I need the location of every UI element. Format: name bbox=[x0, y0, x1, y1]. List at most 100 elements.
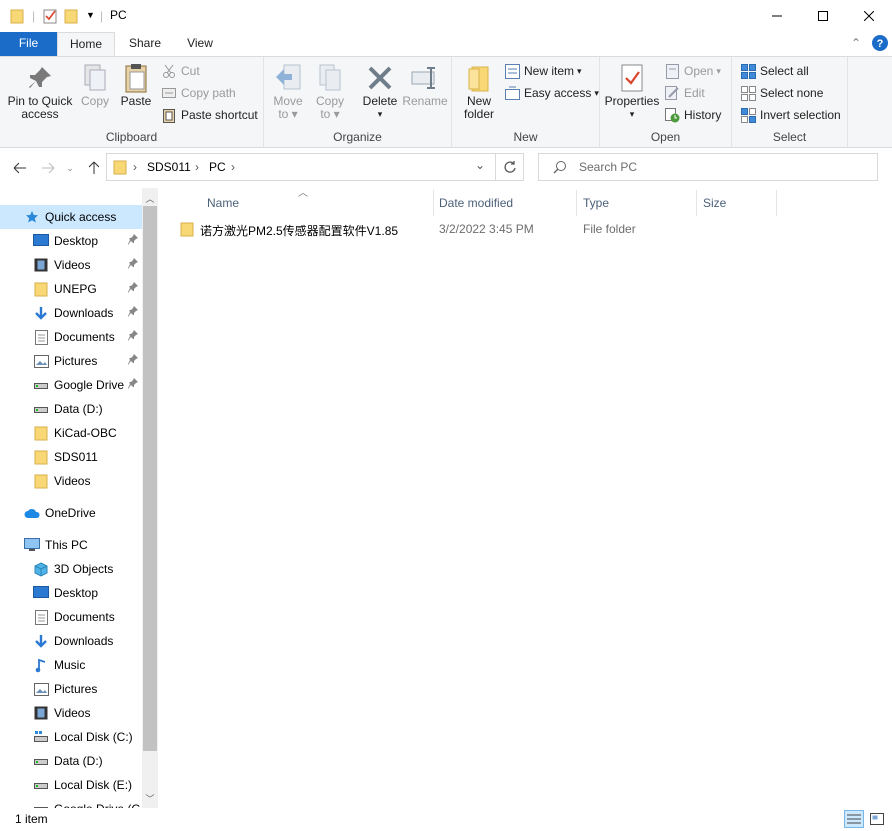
pin-to-quick-access-button[interactable]: Pin to Quick access bbox=[4, 61, 76, 121]
delete-icon bbox=[368, 66, 392, 90]
nav-item-google-drive[interactable]: Google Drive bbox=[0, 373, 142, 397]
up-button[interactable] bbox=[84, 158, 104, 178]
search-box[interactable]: Search PC bbox=[538, 153, 878, 181]
column-date-modified[interactable]: Date modified bbox=[433, 190, 577, 216]
nav-item-local-disk-c[interactable]: Local Disk (C:) bbox=[0, 725, 142, 749]
nav-item-videos[interactable]: Videos bbox=[0, 701, 142, 725]
nav-item-desktop[interactable]: Desktop bbox=[0, 581, 142, 605]
nav-item-downloads[interactable]: Downloads bbox=[0, 629, 142, 653]
delete-button[interactable]: Delete ▾ bbox=[358, 61, 402, 121]
customize-toolbar-icon[interactable]: ▼ bbox=[86, 10, 95, 20]
tab-home[interactable]: Home bbox=[57, 32, 115, 56]
drive-icon bbox=[33, 753, 49, 769]
nav-scrollbar[interactable]: ︿ ﹀ bbox=[142, 188, 158, 808]
large-icons-view-button[interactable] bbox=[867, 810, 887, 828]
history-button[interactable]: History bbox=[664, 105, 721, 125]
copy-to-button[interactable]: Copy to ▾ bbox=[312, 61, 348, 121]
open-button[interactable]: Open ▾ bbox=[664, 61, 721, 81]
help-icon[interactable]: ? bbox=[872, 35, 888, 54]
open-group: Properties ▾ Open ▾ Edit History Open bbox=[600, 57, 732, 147]
paste-shortcut-button[interactable]: Paste shortcut bbox=[161, 105, 258, 125]
breadcrumb-pc[interactable]: PC bbox=[209, 160, 226, 174]
properties-button[interactable]: Properties ▾ bbox=[604, 61, 660, 121]
new-folder-button[interactable]: New folder bbox=[458, 61, 500, 121]
details-view-button[interactable] bbox=[844, 810, 864, 828]
pin-icon bbox=[128, 258, 138, 273]
address-history-dropdown-icon[interactable]: ⌄ bbox=[475, 158, 485, 172]
edit-button[interactable]: Edit bbox=[664, 83, 705, 103]
nav-item-3d-objects[interactable]: 3D Objects bbox=[0, 557, 142, 581]
nav-item-data-d[interactable]: Data (D:) bbox=[0, 397, 142, 421]
collapse-ribbon-icon[interactable]: ⌃ bbox=[851, 36, 861, 50]
nav-item-music[interactable]: Music bbox=[0, 653, 142, 677]
scroll-thumb[interactable] bbox=[143, 206, 157, 751]
move-to-button[interactable]: Move to ▾ bbox=[270, 61, 306, 121]
refresh-button[interactable] bbox=[496, 153, 524, 181]
column-type[interactable]: Type bbox=[577, 190, 697, 216]
tab-file[interactable]: File bbox=[0, 32, 57, 56]
recent-locations-button[interactable]: ⌄ bbox=[60, 158, 80, 178]
nav-item-sds011[interactable]: SDS011 bbox=[0, 445, 142, 469]
select-none-button[interactable]: Select none bbox=[740, 83, 823, 103]
open-group-label: Open bbox=[650, 130, 681, 144]
tab-view[interactable]: View bbox=[176, 32, 224, 56]
forward-button[interactable] bbox=[38, 158, 58, 178]
nav-item-pictures[interactable]: Pictures bbox=[0, 677, 142, 701]
paste-button[interactable]: Paste bbox=[117, 61, 155, 108]
new-folder-label-2: folder bbox=[463, 107, 495, 121]
table-row[interactable]: 诺方激光PM2.5传感器配置软件V1.85 3/2/2022 3:45 PM F… bbox=[174, 218, 794, 240]
nav-item-downloads[interactable]: Downloads bbox=[0, 301, 142, 325]
separator: | bbox=[100, 9, 104, 23]
scroll-up-icon[interactable]: ︿ bbox=[142, 190, 158, 206]
tab-share[interactable]: Share bbox=[119, 32, 171, 56]
breadcrumb-separator: › bbox=[195, 160, 199, 174]
rename-button[interactable]: Rename bbox=[402, 61, 448, 108]
nav-item-desktop[interactable]: Desktop bbox=[0, 229, 142, 253]
address-bar[interactable]: › SDS011 › PC › ⌄ bbox=[106, 153, 496, 181]
select-all-button[interactable]: Select all bbox=[740, 61, 809, 81]
breadcrumb-sds011[interactable]: SDS011 bbox=[147, 160, 191, 174]
nav-item-label: Data (D:) bbox=[54, 402, 103, 416]
ribbon: Pin to Quick access Copy Paste Cut Copy … bbox=[0, 56, 892, 148]
column-name[interactable]: Name bbox=[201, 190, 434, 216]
nav-item-this-pc[interactable]: This PC bbox=[0, 533, 142, 557]
nav-item-local-disk-e[interactable]: Local Disk (E:) bbox=[0, 773, 142, 797]
folder-icon bbox=[180, 221, 194, 240]
clipboard-group: Pin to Quick access Copy Paste Cut Copy … bbox=[0, 57, 264, 147]
copy-path-button[interactable]: Copy path bbox=[161, 83, 236, 103]
new-item-button[interactable]: New item ▾ bbox=[504, 61, 582, 81]
new-folder-icon[interactable] bbox=[64, 8, 78, 27]
nav-item-quick-access[interactable]: Quick access bbox=[0, 205, 142, 229]
clipboard-group-label: Clipboard bbox=[105, 130, 158, 144]
nav-item-google-drive-g[interactable]: Google Drive (G bbox=[0, 797, 142, 808]
column-size[interactable]: Size bbox=[697, 190, 777, 216]
drive-icon bbox=[33, 801, 49, 808]
properties-label: Properties bbox=[604, 94, 660, 108]
copy-button[interactable]: Copy bbox=[76, 61, 114, 108]
properties-icon[interactable] bbox=[42, 8, 58, 27]
nav-item-unepg[interactable]: UNEPG bbox=[0, 277, 142, 301]
open-dropdown-icon: ▾ bbox=[716, 65, 721, 76]
back-button[interactable] bbox=[10, 158, 30, 178]
film-icon bbox=[33, 705, 49, 721]
nav-item-videos[interactable]: Videos bbox=[0, 253, 142, 277]
nav-item-documents[interactable]: Documents bbox=[0, 605, 142, 629]
nav-item-documents[interactable]: Documents bbox=[0, 325, 142, 349]
maximize-button[interactable] bbox=[800, 0, 846, 32]
new-item-dropdown-icon: ▾ bbox=[577, 65, 582, 76]
nav-item-label: Documents bbox=[54, 610, 115, 624]
minimize-button[interactable] bbox=[754, 0, 800, 32]
nav-item-data-d[interactable]: Data (D:) bbox=[0, 749, 142, 773]
cut-button[interactable]: Cut bbox=[161, 61, 200, 81]
nav-item-kicad-obc[interactable]: KiCad-OBC bbox=[0, 421, 142, 445]
scroll-down-icon[interactable]: ﹀ bbox=[142, 790, 158, 806]
file-name: 诺方激光PM2.5传感器配置软件V1.85 bbox=[200, 224, 399, 238]
invert-selection-button[interactable]: Invert selection bbox=[740, 105, 841, 125]
easy-access-button[interactable]: Easy access ▾ bbox=[504, 83, 599, 103]
nav-item-pictures[interactable]: Pictures bbox=[0, 349, 142, 373]
close-button[interactable] bbox=[846, 0, 892, 32]
nav-item-videos[interactable]: Videos bbox=[0, 469, 142, 493]
pin-icon bbox=[29, 67, 51, 88]
nav-item-onedrive[interactable]: OneDrive bbox=[0, 501, 142, 525]
separator: | bbox=[32, 9, 36, 23]
